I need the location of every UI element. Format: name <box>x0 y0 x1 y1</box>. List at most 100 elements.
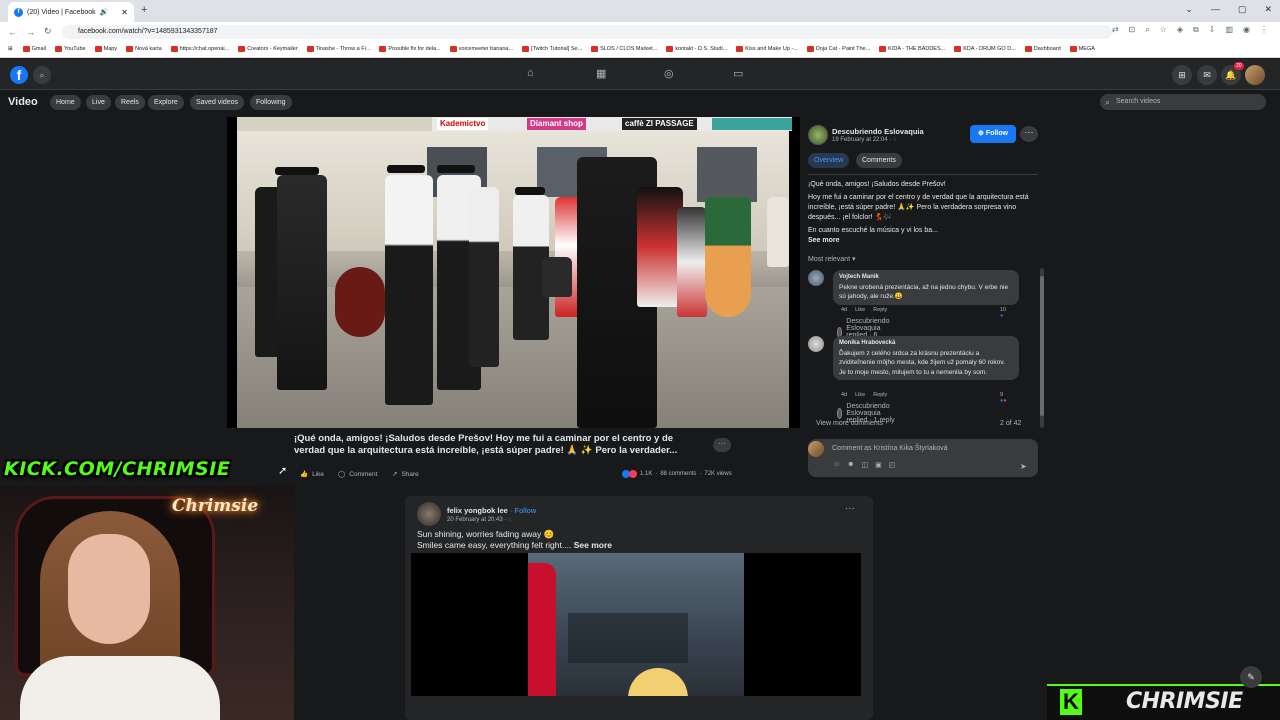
translate-icon[interactable]: ⇄ <box>1112 25 1119 35</box>
reaction-count[interactable]: 1.1K <box>640 471 652 477</box>
bookmark-item[interactable]: MEGA <box>1069 46 1095 52</box>
page-name[interactable]: Descubriendo Eslovaquia <box>832 127 924 136</box>
account-avatar[interactable] <box>1245 65 1265 85</box>
comment-input[interactable]: Comment as Kristína Kika Štyriaková <box>832 445 948 452</box>
messenger-icon[interactable]: ✉ <box>1197 65 1217 85</box>
tab-following[interactable]: Following <box>250 95 292 110</box>
bookmark-item[interactable]: YouTube <box>54 46 86 52</box>
see-more-link[interactable]: See more <box>808 237 840 244</box>
caption-more-button[interactable]: ··· <box>713 438 731 452</box>
comment-time[interactable]: 4d <box>841 392 847 398</box>
bookmark-favicon-icon <box>1069 46 1077 52</box>
share-button[interactable]: ↗ Share <box>392 470 419 479</box>
zoom-icon[interactable]: ⌕ <box>1145 25 1149 35</box>
bookmark-item[interactable]: kontakt - D.S. Studi... <box>666 46 727 52</box>
tab-overview[interactable]: Overview <box>808 153 850 168</box>
tab-explore[interactable]: Explore <box>148 95 184 110</box>
tab-live[interactable]: Live <box>86 95 111 110</box>
comment-author[interactable]: Vojtech Manik <box>839 273 1013 283</box>
emoji-icon[interactable]: ☻ <box>847 461 854 469</box>
shop-signs: Kademictvo Diamant shop caffè ZI PASSAGE <box>432 117 792 131</box>
post-video[interactable] <box>411 553 861 696</box>
like-reaction-icon: ● <box>1000 313 1004 319</box>
home-icon[interactable]: ⌂ <box>527 67 534 79</box>
bookmark-item[interactable]: Creators - Keymailer <box>238 46 298 52</box>
download-icon[interactable]: ⇩ <box>1209 25 1216 35</box>
menu-grid-icon[interactable]: ⊞ <box>1172 65 1192 85</box>
minimize-icon[interactable]: — <box>1211 4 1220 15</box>
commenter-avatar[interactable] <box>808 270 824 286</box>
commenter-avatar[interactable] <box>808 336 824 352</box>
comment-button[interactable]: ◯ Comment <box>338 470 377 479</box>
apps-icon[interactable]: ⊞ <box>8 46 13 52</box>
speaker-icon[interactable]: 🔊 <box>100 8 109 16</box>
see-more-link[interactable]: See more <box>574 540 612 550</box>
profile-icon[interactable]: ◉ <box>1243 25 1250 35</box>
follow-link[interactable]: · Follow <box>508 506 536 515</box>
reload-icon[interactable]: ↻ <box>44 26 54 37</box>
bookmark-item[interactable]: Kiss and Make Up -... <box>736 46 798 52</box>
bookmark-item[interactable]: Tinashe - Throw a Fi... <box>306 46 370 52</box>
bookmark-item[interactable]: SLOS / CLOS Market... <box>591 46 657 52</box>
menu-kebab-icon[interactable]: ⋮ <box>1260 25 1268 35</box>
bookmark-item[interactable]: [Twitch Tutorial] Se... <box>522 46 582 52</box>
bookmark-item[interactable]: Dashboard <box>1024 46 1061 52</box>
close-tab-icon[interactable]: ✕ <box>121 8 128 17</box>
extension-icon[interactable]: ◈ <box>1177 25 1183 35</box>
sidebar-icon[interactable]: ▥ <box>1225 25 1233 35</box>
post-more-icon[interactable]: ··· <box>845 503 855 514</box>
post-author-avatar[interactable] <box>417 502 441 526</box>
tab-search-icon[interactable]: ⌄ <box>1185 4 1193 15</box>
forward-icon[interactable]: → <box>26 27 36 37</box>
comments-count[interactable]: 88 comments <box>660 471 696 477</box>
bookmark-item[interactable]: voicemeeter banana... <box>449 46 513 52</box>
new-tab-icon[interactable]: + <box>141 4 147 16</box>
tab-reels[interactable]: Reels <box>115 95 145 110</box>
follow-button[interactable]: ⊕ Follow <box>970 125 1016 143</box>
bookmark-item[interactable]: KDA - DRUM GO D... <box>954 46 1016 52</box>
bookmark-item[interactable]: Possible fix for dela... <box>379 46 441 52</box>
browser-tab[interactable]: f (20) Video | Facebook 🔊 ✕ <box>8 2 134 22</box>
bookmark-item[interactable]: K/DA - THE BADDES... <box>879 46 945 52</box>
page-avatar[interactable] <box>808 125 828 145</box>
url-field[interactable]: facebook.com/watch/?v=1485931343357187 <box>62 25 1112 39</box>
gif-icon[interactable]: ▣ <box>875 461 882 469</box>
bookmark-item[interactable]: https://chat.openai... <box>170 46 229 52</box>
more-options-button[interactable]: ··· <box>1020 126 1038 142</box>
maximize-icon[interactable]: ▢ <box>1238 4 1247 15</box>
view-more-comments-link[interactable]: View more comments <box>816 420 883 427</box>
bookmark-item[interactable]: Gmail <box>22 46 46 52</box>
extensions-puzzle-icon[interactable]: ⧉ <box>1193 25 1199 35</box>
tab-home[interactable]: Home <box>50 95 81 110</box>
bookmark-item[interactable]: Nová karta <box>126 46 162 52</box>
back-icon[interactable]: ← <box>8 27 18 37</box>
comment-author[interactable]: Monika Hrabovecká <box>839 339 1013 349</box>
new-message-icon[interactable]: ✎ <box>1240 666 1262 688</box>
close-window-icon[interactable]: ✕ <box>1264 4 1272 15</box>
main-video-player[interactable]: Kademictvo Diamant shop caffè ZI PASSAGE <box>227 117 800 428</box>
sticker-icon[interactable]: ◰ <box>889 461 896 469</box>
facebook-logo-icon[interactable]: f <box>10 66 28 84</box>
gaming-icon[interactable]: ▭ <box>733 67 743 80</box>
comment-like[interactable]: Like <box>855 392 865 398</box>
like-button[interactable]: 👍 Like <box>300 470 324 479</box>
bookmark-star-icon[interactable]: ☆ <box>1160 25 1167 35</box>
scrollbar-thumb[interactable] <box>1040 276 1044 416</box>
search-icon[interactable]: ⌕ <box>33 66 51 84</box>
tab-saved-videos[interactable]: Saved videos <box>190 95 245 110</box>
groups-icon[interactable]: ◎ <box>664 67 674 80</box>
marketplace-icon[interactable]: ▦ <box>596 67 606 80</box>
comment-like[interactable]: Like <box>855 307 865 313</box>
bookmark-item[interactable]: Doja Cat - Paint The... <box>806 46 870 52</box>
tab-comments[interactable]: Comments <box>856 153 902 168</box>
comment-time[interactable]: 4d <box>841 307 847 313</box>
comment-reply[interactable]: Reply <box>873 392 887 398</box>
bookmark-item[interactable]: Mapy <box>94 46 117 52</box>
camera-icon[interactable]: ◫ <box>862 461 869 469</box>
comment-reply[interactable]: Reply <box>873 307 887 313</box>
avatar-sticker-icon[interactable]: ☺ <box>833 461 840 469</box>
install-icon[interactable]: ⊡ <box>1129 25 1136 35</box>
send-icon[interactable]: ➤ <box>1020 462 1027 471</box>
search-videos-input[interactable]: Search videos <box>1100 94 1266 110</box>
comment-sort-dropdown[interactable]: Most relevant ▾ <box>808 255 856 263</box>
